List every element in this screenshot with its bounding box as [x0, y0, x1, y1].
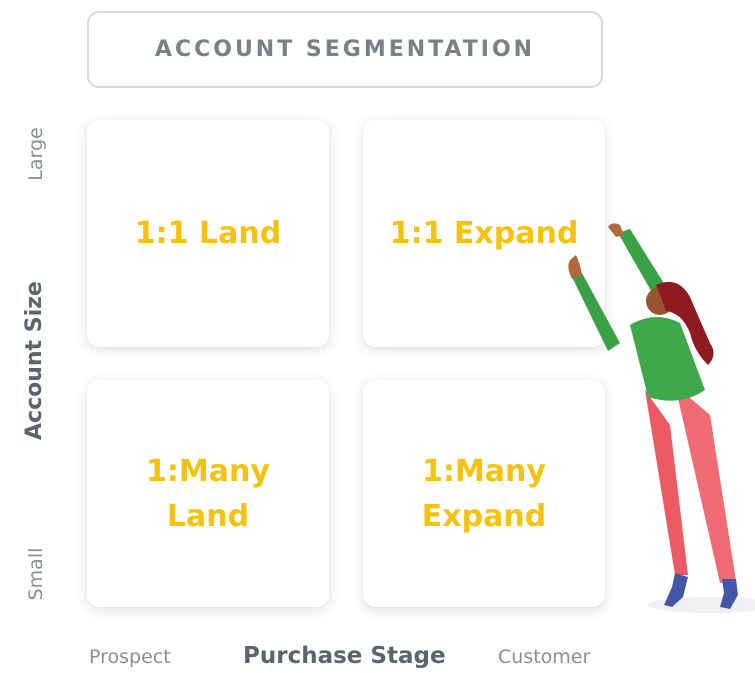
- woman-pointing-icon: [568, 223, 755, 613]
- quadrant-bottom-left: 1:Many Land: [87, 380, 329, 607]
- x-axis-left-label: Prospect: [89, 646, 171, 668]
- quadrant-top-left-label: 1:1 Land: [134, 216, 282, 251]
- diagram-title: ACCOUNT SEGMENTATION: [154, 37, 536, 62]
- y-axis-title: Account Size: [22, 281, 47, 440]
- y-axis-top-label: Large: [25, 127, 47, 181]
- quadrant-top-left: 1:1 Land: [87, 120, 329, 347]
- quadrant-bottom-right-label: 1:Many Expand: [421, 453, 547, 534]
- x-axis-title: Purchase Stage: [243, 643, 446, 669]
- segmentation-diagram: ACCOUNT SEGMENTATION Large Account Size …: [0, 0, 755, 673]
- y-axis-bottom-label: Small: [25, 547, 47, 601]
- quadrant-bottom-left-label: 1:Many Land: [146, 453, 270, 534]
- x-axis-right-label: Customer: [498, 646, 591, 668]
- title-box: ACCOUNT SEGMENTATION: [87, 11, 603, 88]
